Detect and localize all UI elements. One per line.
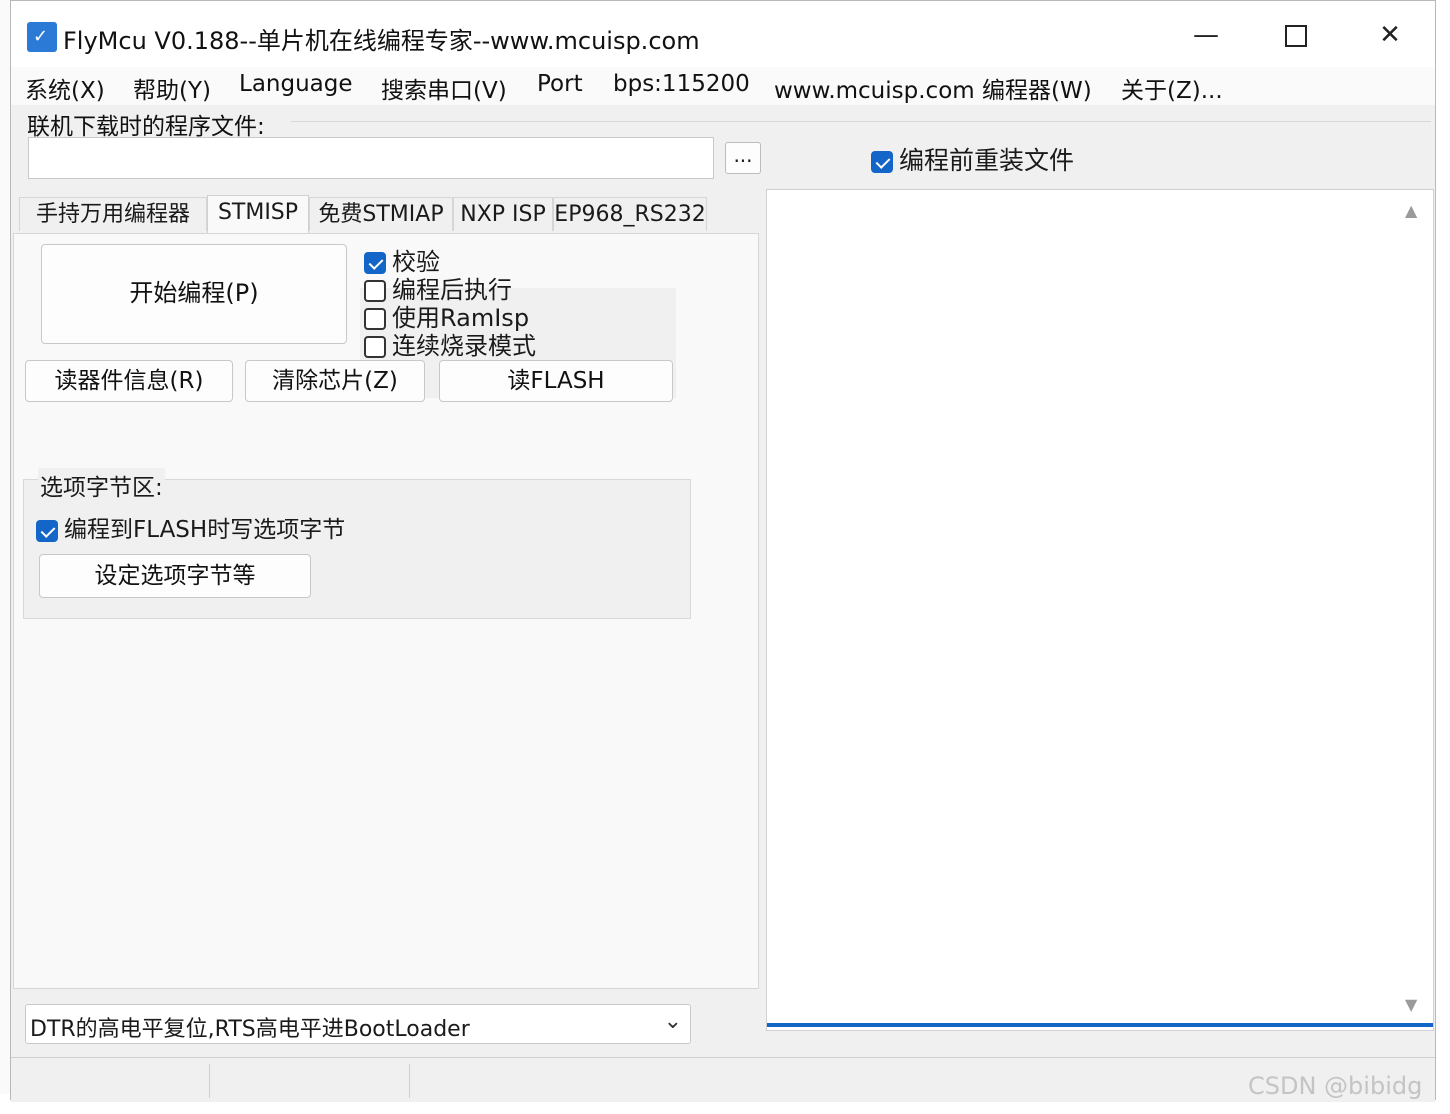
status-bar xyxy=(11,1057,1435,1102)
status-divider xyxy=(409,1064,410,1098)
tab-ep968-rs232[interactable]: EP968_RS232 xyxy=(553,197,707,231)
watermark: CSDN @bibidg xyxy=(1248,1072,1423,1100)
window-title: FlyMcu V0.188--单片机在线编程专家--www.mcuisp.com xyxy=(63,27,700,55)
tab-stmisp[interactable]: STMISP xyxy=(207,195,309,233)
read-flash-button[interactable]: 读FLASH xyxy=(439,360,673,402)
reload-before-program-option[interactable]: 编程前重装文件 xyxy=(871,141,1074,177)
menu-programmer[interactable]: www.mcuisp.com 编程器(W) xyxy=(774,71,1092,105)
menu-bar: 系统(X) 帮助(Y) Language 搜索串口(V) Port bps:11… xyxy=(11,67,1435,105)
start-programming-button[interactable]: 开始编程(P) xyxy=(41,244,347,344)
scroll-up-icon[interactable]: ▲ xyxy=(1405,201,1417,220)
continuous-burn-checkbox[interactable] xyxy=(364,336,386,358)
file-label: 联机下载时的程序文件: xyxy=(27,114,265,140)
maximize-icon[interactable] xyxy=(1273,15,1319,55)
continuous-burn-label: 连续烧录模式 xyxy=(392,332,536,360)
menu-system[interactable]: 系统(X) xyxy=(25,71,105,105)
stmisp-tab-page: 开始编程(P) 校验 编程后执行 使用RamIsp 连续烧录模式 读器件信息(R… xyxy=(13,233,759,989)
reload-label: 编程前重装文件 xyxy=(899,146,1075,175)
set-option-bytes-button[interactable]: 设定选项字节等 xyxy=(39,554,311,598)
menu-port[interactable]: Port xyxy=(537,71,583,97)
status-divider xyxy=(209,1064,210,1098)
close-icon[interactable]: ✕ xyxy=(1367,15,1413,55)
write-option-bytes-checkbox[interactable] xyxy=(36,519,58,542)
chevron-down-icon[interactable]: ⌄ xyxy=(664,1009,682,1034)
progress-bar xyxy=(767,1023,1433,1027)
app-window: ✓ FlyMcu V0.188--单片机在线编程专家--www.mcuisp.c… xyxy=(10,0,1436,1102)
tab-free-stmiap[interactable]: 免费STMIAP xyxy=(309,197,453,231)
scroll-down-icon[interactable]: ▼ xyxy=(1405,995,1417,1014)
background-left xyxy=(0,0,10,1114)
menu-language[interactable]: Language xyxy=(239,71,353,97)
tab-nxp-isp[interactable]: NXP ISP xyxy=(453,197,553,231)
left-panel: 手持万用编程器 STMISP 免费STMIAP NXP ISP EP968_RS… xyxy=(13,187,761,1057)
background-right xyxy=(1436,0,1450,1114)
menu-search-port[interactable]: 搜索串口(V) xyxy=(381,71,507,105)
option-continuous-burn[interactable]: 连续烧录模式 xyxy=(364,326,536,361)
reload-checkbox[interactable] xyxy=(871,151,893,173)
menu-help[interactable]: 帮助(Y) xyxy=(133,71,211,105)
write-option-bytes-label: 编程到FLASH时写选项字节 xyxy=(64,517,346,543)
log-output-panel[interactable] xyxy=(766,189,1434,1031)
minimize-icon[interactable]: — xyxy=(1183,15,1229,55)
program-file-input[interactable] xyxy=(28,137,714,179)
boot-mode-value: DTR的高电平复位,RTS高电平进BootLoader xyxy=(30,1017,470,1042)
option-bytes-title: 选项字节区: xyxy=(38,468,165,502)
group-divider xyxy=(291,121,1431,122)
menu-about[interactable]: 关于(Z)... xyxy=(1121,71,1223,105)
tab-handheld-programmer[interactable]: 手持万用编程器 xyxy=(19,197,207,231)
read-device-info-button[interactable]: 读器件信息(R) xyxy=(25,360,233,402)
erase-chip-button[interactable]: 清除芯片(Z) xyxy=(245,360,425,402)
boot-mode-select[interactable]: DTR的高电平复位,RTS高电平进BootLoader ⌄ xyxy=(25,1004,691,1044)
browse-button[interactable]: ... xyxy=(725,142,761,174)
write-option-bytes-option[interactable]: 编程到FLASH时写选项字节 xyxy=(36,510,345,544)
title-bar: ✓ FlyMcu V0.188--单片机在线编程专家--www.mcuisp.c… xyxy=(11,1,1435,67)
app-icon[interactable]: ✓ xyxy=(27,22,57,52)
menu-baud-rate[interactable]: bps:115200 xyxy=(613,71,750,97)
option-bytes-group: 选项字节区: 编程到FLASH时写选项字节 设定选项字节等 xyxy=(23,468,691,619)
